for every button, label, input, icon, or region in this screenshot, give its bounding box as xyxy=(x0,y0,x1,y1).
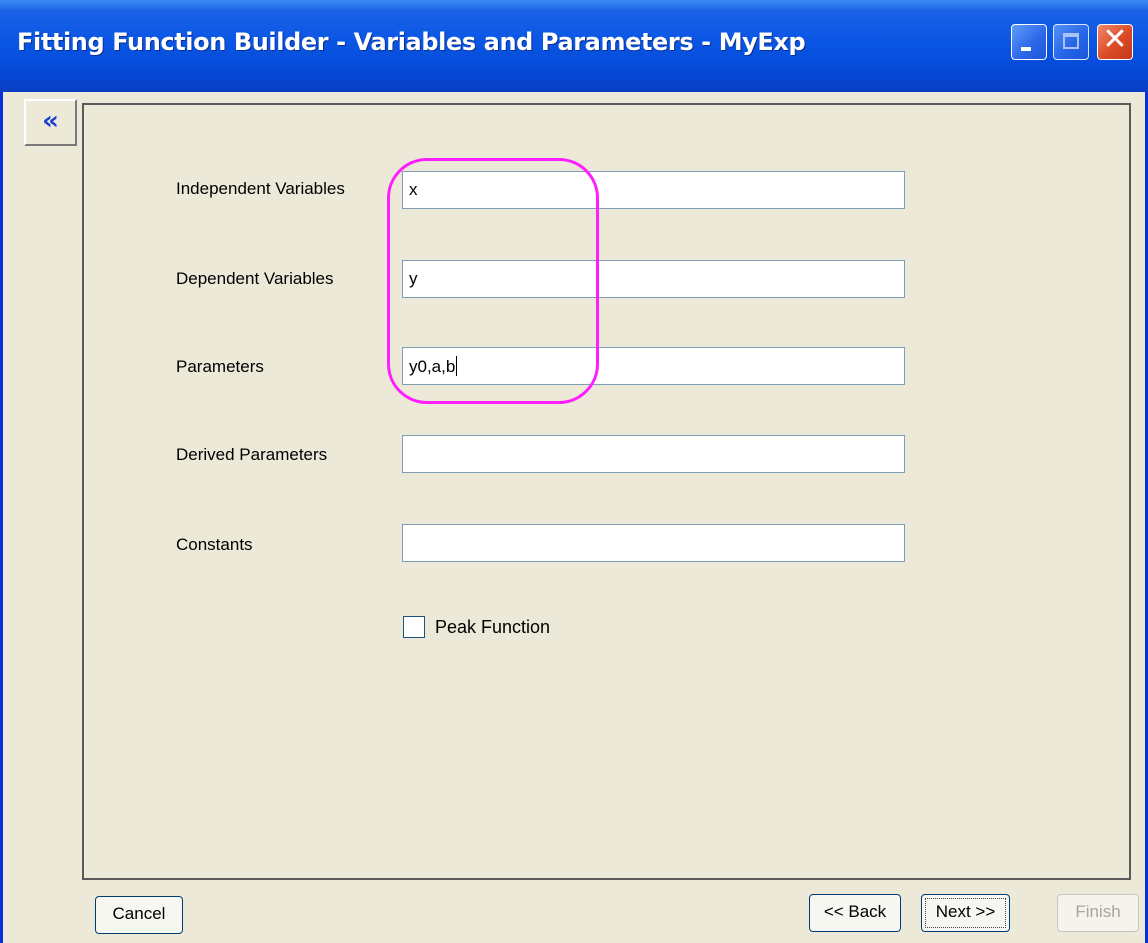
close-button[interactable]: ✕ xyxy=(1097,22,1133,60)
back-button[interactable]: << Back xyxy=(809,894,901,932)
peak-function-checkbox[interactable] xyxy=(403,616,425,638)
dependent-variables-label: Dependent Variables xyxy=(176,269,334,288)
constants-label: Constants xyxy=(176,535,253,554)
dependent-variables-input[interactable]: y xyxy=(402,260,905,298)
maximize-button[interactable] xyxy=(1053,24,1089,60)
independent-variables-input[interactable]: x xyxy=(402,171,905,209)
collapse-panel-button[interactable]: « xyxy=(24,99,77,146)
double-chevron-left-icon: « xyxy=(42,106,59,136)
title-bar[interactable]: Fitting Function Builder - Variables and… xyxy=(0,0,1148,92)
fitting-function-builder-window: Fitting Function Builder - Variables and… xyxy=(0,0,1148,943)
window-title: Fitting Function Builder - Variables and… xyxy=(17,28,806,56)
derived-parameters-label: Derived Parameters xyxy=(176,445,328,464)
maximize-icon xyxy=(1063,33,1079,49)
close-icon: ✕ xyxy=(1102,22,1128,57)
minimize-icon xyxy=(1021,47,1031,51)
peak-function-label[interactable]: Peak Function xyxy=(435,617,550,638)
derived-parameters-input[interactable] xyxy=(402,435,905,473)
text-caret xyxy=(456,356,458,376)
parameters-label: Parameters xyxy=(176,357,264,376)
parameters-panel xyxy=(82,103,1131,880)
next-button[interactable]: Next >> xyxy=(921,894,1010,932)
finish-button: Finish xyxy=(1057,894,1139,932)
independent-variables-label: Independent Variables xyxy=(176,179,345,198)
cancel-button[interactable]: Cancel xyxy=(95,896,183,934)
constants-input[interactable] xyxy=(402,524,905,562)
minimize-button[interactable] xyxy=(1011,24,1047,60)
parameters-input[interactable]: y0,a,b xyxy=(402,347,905,385)
